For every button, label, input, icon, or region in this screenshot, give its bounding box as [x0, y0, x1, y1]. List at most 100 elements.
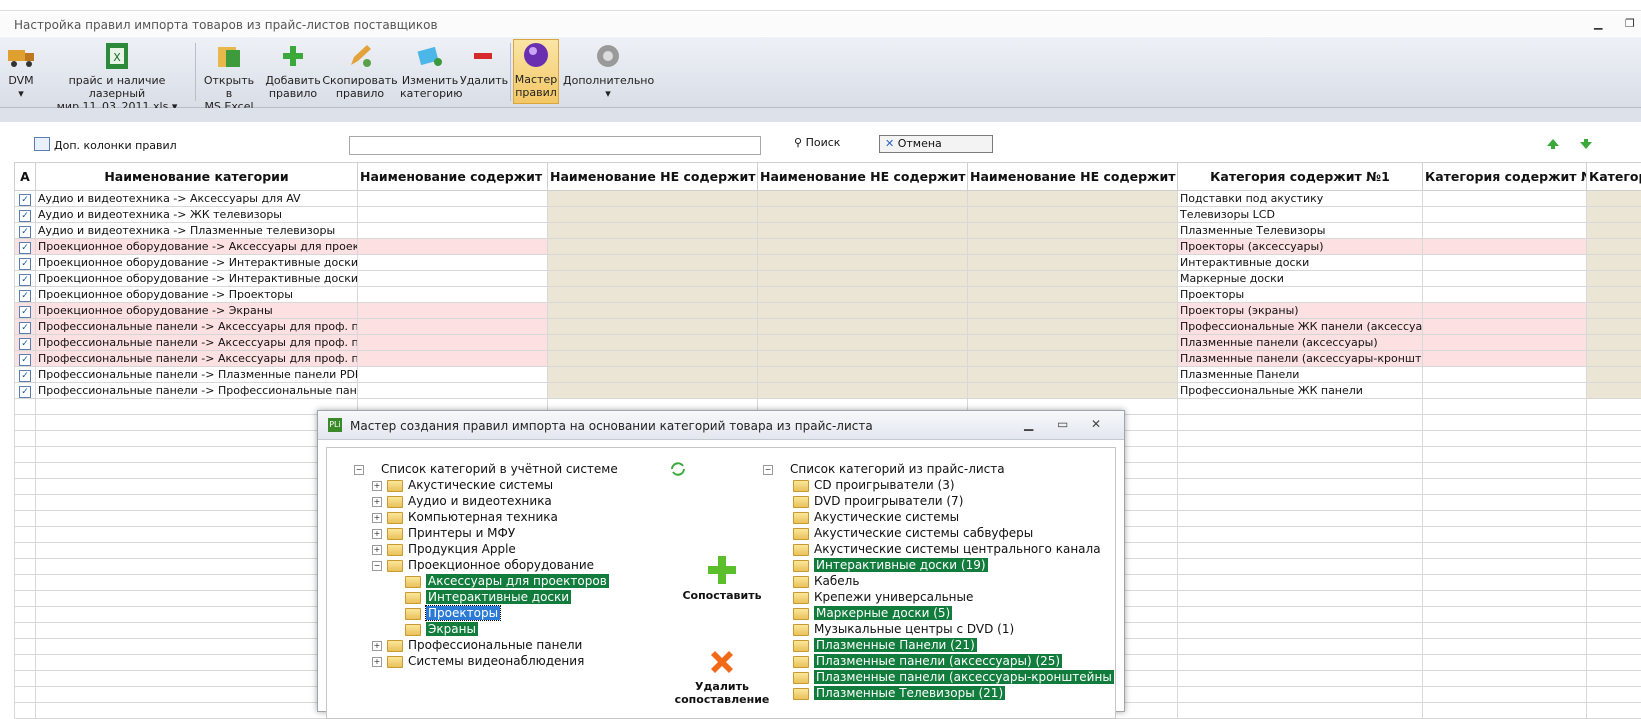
active-cell[interactable]: ✓ [15, 191, 36, 207]
table-row[interactable]: ✓Аудио и видеотехника -> Аксессуары для … [15, 191, 1641, 207]
category-name-cell[interactable]: Проекционное оборудование -> Аксессуары … [36, 239, 358, 255]
table-row[interactable]: ✓Аудио и видеотехника -> Плазменные теле… [15, 223, 1641, 239]
tree-node[interactable]: +Аудио и видеотехника [372, 493, 552, 509]
move-down-icon[interactable] [1578, 136, 1594, 152]
col-header-name-not-contains-3[interactable]: Наименование НЕ содержит №3 [968, 163, 1178, 191]
name-not-contains-1-cell[interactable] [548, 335, 758, 351]
name-not-contains-3-cell[interactable] [968, 271, 1178, 287]
name-not-contains-3-cell[interactable] [968, 287, 1178, 303]
expand-icon[interactable]: + [372, 641, 382, 651]
category-partial-cell[interactable] [1587, 367, 1641, 383]
category-name-cell[interactable]: Профессиональные панели -> Аксессуары дл… [36, 319, 358, 335]
name-not-contains-3-cell[interactable] [968, 335, 1178, 351]
category-name-cell[interactable]: Профессиональные панели -> Профессиональ… [36, 383, 358, 399]
name-not-contains-2-cell[interactable] [758, 303, 968, 319]
name-not-contains-1-cell[interactable] [548, 351, 758, 367]
name-not-contains-3-cell[interactable] [968, 351, 1178, 367]
expand-icon[interactable]: + [372, 497, 382, 507]
name-not-contains-2-cell[interactable] [758, 223, 968, 239]
minimize-icon[interactable]: ▁ [1594, 17, 1602, 30]
category-contains-1-cell[interactable]: Подставки под акустику [1178, 191, 1423, 207]
minimize-icon[interactable]: ▁ [1024, 417, 1033, 431]
name-contains-1-cell[interactable] [358, 383, 548, 399]
category-contains-1-cell[interactable]: Профессиональные ЖК панели [1178, 383, 1423, 399]
search-input[interactable] [349, 136, 761, 155]
name-not-contains-3-cell[interactable] [968, 319, 1178, 335]
pricelist-category-node[interactable]: Акустические системы [793, 509, 959, 525]
category-name-cell[interactable]: Профессиональные панели -> Аксессуары дл… [36, 351, 358, 367]
category-partial-cell[interactable] [1587, 191, 1641, 207]
active-cell[interactable]: ✓ [15, 287, 36, 303]
right-tree-root[interactable]: −Список категорий из прайс-листа [763, 461, 1005, 477]
category-name-cell[interactable]: Проекционное оборудование -> Экраны [36, 303, 358, 319]
checkbox[interactable]: ✓ [19, 226, 31, 238]
columns-icon[interactable] [34, 137, 50, 151]
pricelist-category-node[interactable]: Акустические системы центрального канала [793, 541, 1101, 557]
expand-icon[interactable]: + [372, 545, 382, 555]
active-cell[interactable]: ✓ [15, 351, 36, 367]
name-not-contains-1-cell[interactable] [548, 255, 758, 271]
category-partial-cell[interactable] [1587, 287, 1641, 303]
name-contains-1-cell[interactable] [358, 207, 548, 223]
category-partial-cell[interactable] [1587, 271, 1641, 287]
pricelist-category-node[interactable]: Интерактивные доски (19) [793, 557, 988, 573]
refresh-icon[interactable] [669, 460, 687, 478]
category-contains-1-cell[interactable]: Плазменные панели (аксессуары) [1178, 335, 1423, 351]
tree-node[interactable]: +Компьютерная техника [372, 509, 558, 525]
pricelist-category-node[interactable]: Кабель [793, 573, 859, 589]
category-contains-1-cell[interactable]: Плазменные Телевизоры [1178, 223, 1423, 239]
name-contains-1-cell[interactable] [358, 367, 548, 383]
name-contains-1-cell[interactable] [358, 319, 548, 335]
category-contains-2-cell[interactable] [1423, 239, 1587, 255]
name-not-contains-3-cell[interactable] [968, 255, 1178, 271]
pricelist-category-node[interactable]: Акустические системы сабвуферы [793, 525, 1033, 541]
category-contains-2-cell[interactable] [1423, 319, 1587, 335]
tree-node[interactable]: +Системы видеонаблюдения [372, 653, 584, 669]
tree-node[interactable]: +Принтеры и МФУ [372, 525, 515, 541]
name-not-contains-2-cell[interactable] [758, 367, 968, 383]
checkbox[interactable]: ✓ [19, 338, 31, 350]
category-contains-1-cell[interactable]: Плазменные Панели [1178, 367, 1423, 383]
category-contains-2-cell[interactable] [1423, 367, 1587, 383]
category-name-cell[interactable]: Проекционное оборудование -> Проекторы [36, 287, 358, 303]
active-cell[interactable]: ✓ [15, 319, 36, 335]
category-partial-cell[interactable] [1587, 255, 1641, 271]
checkbox[interactable]: ✓ [19, 274, 31, 286]
maximize-icon[interactable]: ▭ [1057, 417, 1068, 431]
category-contains-1-cell[interactable]: Проекторы (экраны) [1178, 303, 1423, 319]
name-not-contains-2-cell[interactable] [758, 335, 968, 351]
category-partial-cell[interactable] [1587, 383, 1641, 399]
move-up-icon[interactable] [1545, 136, 1561, 152]
category-contains-1-cell[interactable]: Маркерные доски [1178, 271, 1423, 287]
unmap-button[interactable]: Удалить сопоставление [662, 646, 782, 706]
active-cell[interactable]: ✓ [15, 367, 36, 383]
col-header-category-name[interactable]: Наименование категории [36, 163, 358, 191]
col-header-category-contains-2[interactable]: Категория содержит №2 [1423, 163, 1587, 191]
collapse-icon[interactable]: − [372, 561, 382, 571]
col-header-active[interactable]: A [15, 163, 36, 191]
tree-child-node[interactable]: Экраны [405, 621, 478, 637]
name-contains-1-cell[interactable] [358, 335, 548, 351]
tree-child-node[interactable]: Проекторы [405, 605, 500, 621]
left-tree-root[interactable]: −Список категорий в учётной системе [354, 461, 618, 477]
col-header-category-partial[interactable]: Категори [1587, 163, 1641, 191]
category-contains-2-cell[interactable] [1423, 351, 1587, 367]
price-file-button[interactable]: X прайс и наличие лазерный мир 11_03_201… [42, 41, 192, 113]
pricelist-category-node[interactable]: Музыкальные центры с DVD (1) [793, 621, 1014, 637]
name-not-contains-1-cell[interactable] [548, 303, 758, 319]
category-partial-cell[interactable] [1587, 207, 1641, 223]
category-contains-2-cell[interactable] [1423, 255, 1587, 271]
collapse-icon[interactable]: − [763, 465, 773, 475]
category-partial-cell[interactable] [1587, 351, 1641, 367]
category-name-cell[interactable]: Профессиональные панели -> Аксессуары дл… [36, 335, 358, 351]
table-row[interactable]: ✓Профессиональные панели -> Плазменные п… [15, 367, 1641, 383]
category-name-cell[interactable]: Проекционное оборудование -> Интерактивн… [36, 255, 358, 271]
name-contains-1-cell[interactable] [358, 271, 548, 287]
name-not-contains-3-cell[interactable] [968, 303, 1178, 319]
category-contains-2-cell[interactable] [1423, 207, 1587, 223]
category-contains-1-cell[interactable]: Телевизоры LCD [1178, 207, 1423, 223]
table-row[interactable]: ✓ Профессиональные панели -> Аксессуары д… [15, 335, 1641, 351]
name-not-contains-1-cell[interactable] [548, 191, 758, 207]
search-button[interactable]: ⚲ Поиск [789, 135, 845, 153]
name-not-contains-2-cell[interactable] [758, 191, 968, 207]
